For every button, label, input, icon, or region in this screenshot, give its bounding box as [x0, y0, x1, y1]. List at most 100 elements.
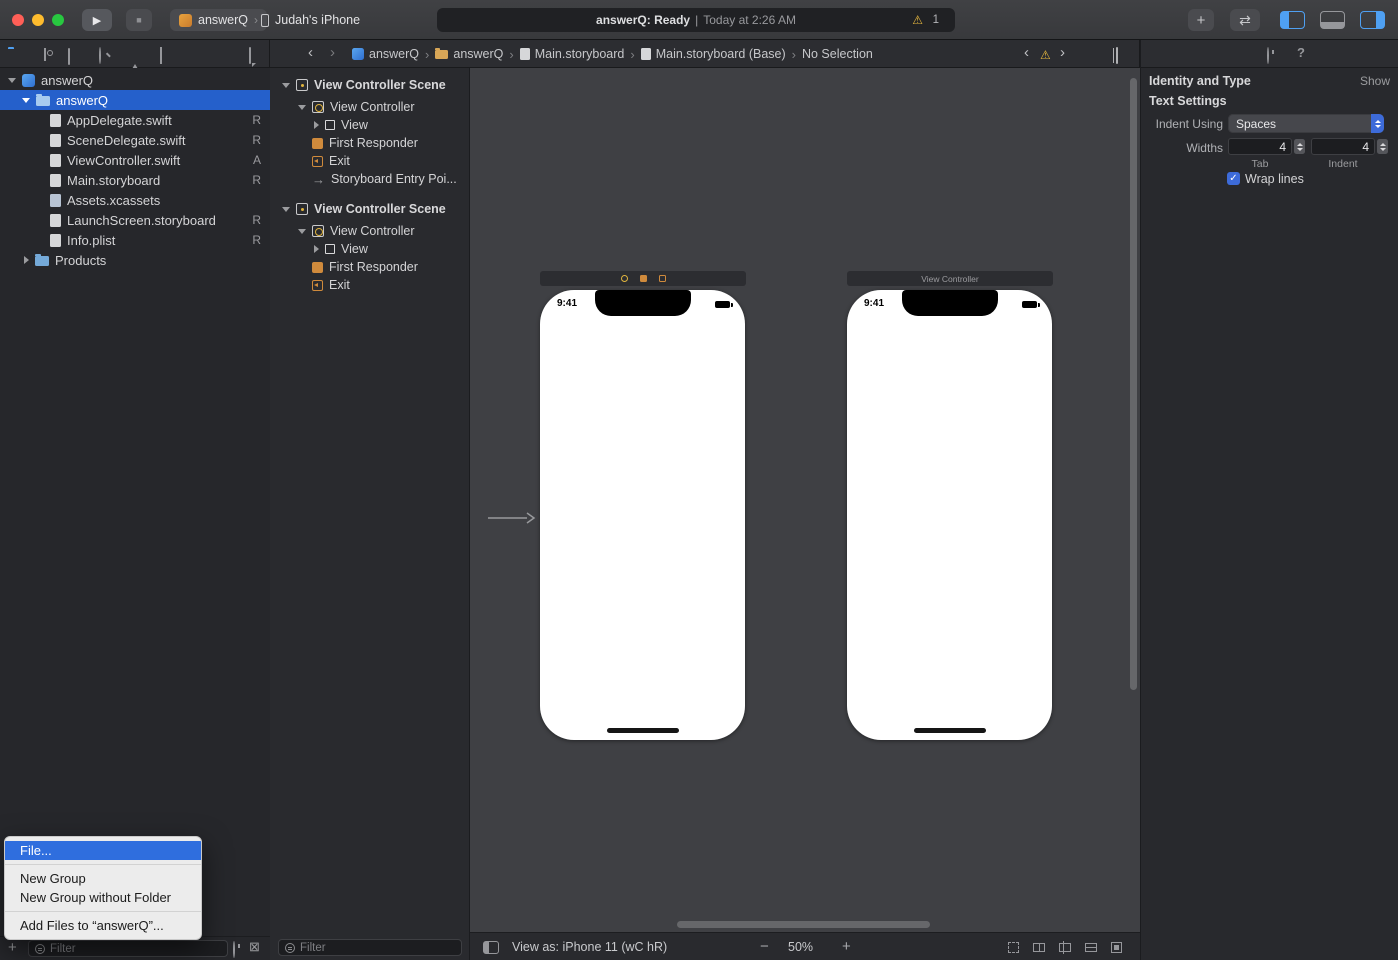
- menu-item-new-group-without-folder[interactable]: New Group without Folder: [5, 888, 201, 907]
- run-destination-selector[interactable]: Judah's iPhone: [252, 9, 369, 31]
- document-outline-toggle-button[interactable]: [483, 941, 499, 954]
- next-issue-button[interactable]: ›: [1060, 44, 1065, 61]
- toggle-inspectors-button[interactable]: [1360, 11, 1385, 29]
- breadcrumb-project[interactable]: answerQ: [352, 47, 419, 61]
- close-window-button[interactable]: [12, 14, 24, 26]
- navigator-row-file[interactable]: LaunchScreen.storyboard R: [0, 210, 270, 230]
- identity-and-type-header[interactable]: Identity and Type: [1149, 74, 1251, 88]
- outline-first-responder[interactable]: First Responder: [270, 134, 470, 152]
- outline-view-controller[interactable]: View Controller: [270, 222, 470, 240]
- outline-exit[interactable]: Exit: [270, 276, 470, 294]
- warning-count[interactable]: 1: [933, 14, 939, 26]
- embed-in-stack-icon[interactable]: [1033, 942, 1045, 952]
- disclosure-closed-icon[interactable]: [24, 256, 29, 264]
- navigator-row-file[interactable]: Assets.xcassets: [0, 190, 270, 210]
- outline-first-responder[interactable]: First Responder: [270, 258, 470, 276]
- breadcrumb-file-base[interactable]: Main.storyboard (Base): [640, 47, 786, 61]
- indent-width-stepper[interactable]: [1377, 139, 1388, 154]
- previous-issue-button[interactable]: ‹: [1024, 44, 1029, 61]
- disclosure-closed-icon[interactable]: [314, 121, 319, 129]
- toggle-navigator-button[interactable]: [1280, 11, 1305, 29]
- disclosure-open-icon[interactable]: [22, 97, 30, 103]
- warning-icon[interactable]: ⚠: [912, 14, 923, 26]
- disclosure-open-icon[interactable]: [282, 82, 290, 88]
- breadcrumb-file[interactable]: Main.storyboard: [519, 47, 624, 61]
- disclosure-open-icon[interactable]: [282, 206, 290, 212]
- outline-scene-header[interactable]: View Controller Scene: [270, 76, 470, 94]
- indent-using-dropdown[interactable]: Spaces: [1228, 114, 1384, 133]
- view-as-button[interactable]: View as: iPhone 11 (wC hR): [512, 933, 667, 960]
- storyboard-canvas[interactable]: 9:41 View Controller 9:41 View as: iPhon…: [470, 68, 1140, 960]
- menu-item-new-group[interactable]: New Group: [5, 869, 201, 888]
- horizontal-scrollbar[interactable]: [677, 921, 930, 928]
- outline-filter-input[interactable]: Filter: [278, 939, 462, 956]
- outline-view[interactable]: View: [270, 240, 470, 258]
- run-button[interactable]: ▶: [82, 9, 112, 31]
- disclosure-open-icon[interactable]: [8, 77, 16, 83]
- back-button[interactable]: ‹: [308, 44, 313, 61]
- tab-width-stepper[interactable]: [1294, 139, 1305, 154]
- navigator-row-products[interactable]: Products: [0, 250, 270, 270]
- view-controller-canvas-1[interactable]: 9:41: [540, 290, 745, 740]
- report-navigator-tab[interactable]: [249, 47, 251, 64]
- navigator-row-file[interactable]: AppDelegate.swift R: [0, 110, 270, 130]
- stop-button[interactable]: ■: [126, 9, 152, 31]
- indent-width-field[interactable]: 4: [1311, 138, 1375, 155]
- align-icon[interactable]: [1059, 940, 1071, 954]
- text-settings-header[interactable]: Text Settings: [1149, 94, 1227, 108]
- first-responder-icon[interactable]: [639, 275, 647, 282]
- menu-item-new-file[interactable]: File...: [5, 841, 201, 860]
- resolve-auto-layout-icon[interactable]: [1111, 941, 1122, 953]
- recent-files-filter-button[interactable]: [233, 941, 235, 958]
- outline-exit[interactable]: Exit: [270, 152, 470, 170]
- stepper-icon[interactable]: [1371, 114, 1384, 133]
- vertical-scrollbar[interactable]: [1130, 78, 1137, 690]
- zoom-window-button[interactable]: [52, 14, 64, 26]
- navigator-row-group-selected[interactable]: answerQ: [0, 90, 270, 110]
- outline-view-controller[interactable]: View Controller: [270, 98, 470, 116]
- scene-dock[interactable]: [540, 271, 746, 286]
- issue-navigator-tab[interactable]: [129, 49, 141, 74]
- outline-scene-header[interactable]: View Controller Scene: [270, 200, 470, 218]
- add-editor-button[interactable]: [1116, 47, 1118, 64]
- add-item-button[interactable]: +: [8, 939, 17, 956]
- library-button[interactable]: +: [1188, 9, 1214, 31]
- forward-button[interactable]: ›: [330, 44, 335, 61]
- find-navigator-tab[interactable]: [99, 47, 101, 64]
- tab-width-field[interactable]: 4: [1228, 138, 1292, 155]
- minimize-window-button[interactable]: [32, 14, 44, 26]
- quick-help-inspector-tab[interactable]: ?: [1297, 45, 1305, 60]
- navigator-row-file[interactable]: ViewController.swift A: [0, 150, 270, 170]
- navigator-filter-input[interactable]: Filter: [28, 940, 228, 957]
- zoom-in-button[interactable]: +: [842, 933, 851, 960]
- view-controller-icon[interactable]: [620, 275, 628, 282]
- disclosure-open-icon[interactable]: [298, 228, 306, 234]
- wrap-lines-checkbox[interactable]: ✓: [1227, 172, 1240, 185]
- toggle-debug-area-button[interactable]: [1320, 11, 1345, 29]
- source-control-filter-button[interactable]: ⊠: [249, 939, 260, 955]
- editor-layout-button[interactable]: ⇄: [1230, 9, 1260, 31]
- navigator-row-file[interactable]: Info.plist R: [0, 230, 270, 250]
- outline-entry-point[interactable]: → Storyboard Entry Poi...: [270, 170, 470, 188]
- navigator-row-project[interactable]: answerQ: [0, 70, 270, 90]
- navigator-row-file[interactable]: SceneDelegate.swift R: [0, 130, 270, 150]
- update-frames-icon[interactable]: [1008, 941, 1019, 953]
- test-navigator-tab[interactable]: [160, 47, 162, 64]
- issue-warning-icon[interactable]: ⚠: [1040, 47, 1051, 62]
- zoom-out-button[interactable]: −: [760, 933, 769, 960]
- disclosure-open-icon[interactable]: [298, 104, 306, 110]
- zoom-level[interactable]: 50%: [788, 933, 813, 960]
- outline-view[interactable]: View: [270, 116, 470, 134]
- view-controller-canvas-2[interactable]: 9:41: [847, 290, 1052, 740]
- scene-dock[interactable]: View Controller: [847, 271, 1053, 286]
- menu-item-add-files[interactable]: Add Files to “answerQ”...: [5, 916, 201, 935]
- navigator-row-file[interactable]: Main.storyboard R: [0, 170, 270, 190]
- breadcrumb-group[interactable]: answerQ: [435, 47, 503, 61]
- add-constraints-icon[interactable]: [1085, 942, 1097, 952]
- show-button[interactable]: Show: [1360, 74, 1390, 88]
- breadcrumb-selection[interactable]: No Selection: [802, 47, 873, 61]
- disclosure-closed-icon[interactable]: [314, 245, 319, 253]
- symbol-navigator-tab[interactable]: [68, 48, 70, 65]
- history-inspector-tab[interactable]: [1267, 47, 1269, 64]
- exit-icon[interactable]: [658, 275, 666, 282]
